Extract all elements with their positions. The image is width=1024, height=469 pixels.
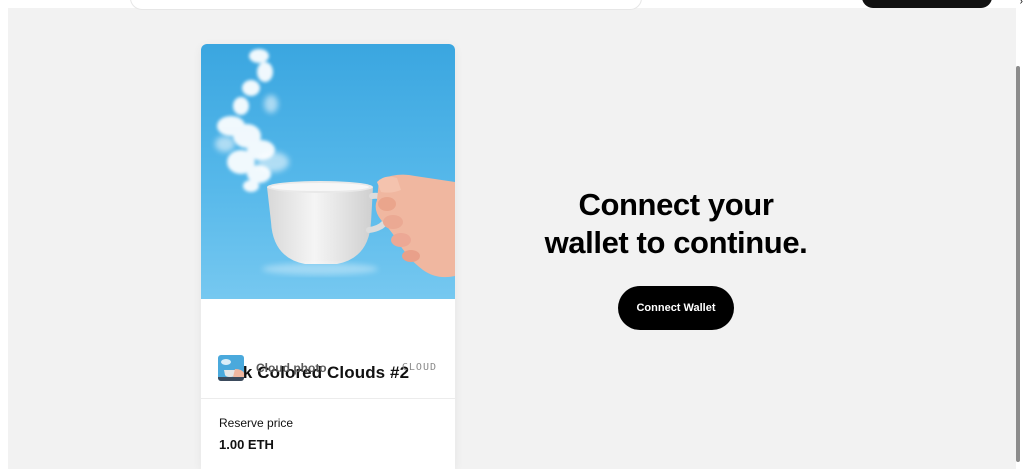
page: › Milk Colored Clouds #2 Cloud photo CLO… xyxy=(0,0,1024,469)
artwork-image xyxy=(201,44,455,299)
connect-headline: Connect your wallet to continue. xyxy=(520,186,832,262)
top-search-bar[interactable] xyxy=(130,0,642,10)
top-nav-button[interactable] xyxy=(862,0,992,8)
creator-name[interactable]: Cloud photo xyxy=(256,361,327,375)
reserve-price-label: Reserve price xyxy=(219,416,294,430)
corner-glyph: › xyxy=(1019,0,1023,7)
scrollbar[interactable] xyxy=(1016,66,1020,462)
headline-line-2: wallet to continue. xyxy=(544,225,808,260)
reserve-price-value: 1.00 ETH xyxy=(219,437,274,452)
collection-tag[interactable]: CLOUD xyxy=(402,362,437,373)
connect-wallet-button[interactable]: Connect Wallet xyxy=(618,286,734,330)
card-divider xyxy=(201,398,455,399)
headline-line-1: Connect your xyxy=(578,187,774,222)
main-background xyxy=(8,8,1016,469)
nft-card[interactable]: Milk Colored Clouds #2 Cloud photo CLOUD… xyxy=(201,44,455,469)
cloud-photo-thumbnail-icon xyxy=(218,355,244,381)
creator-avatar[interactable] xyxy=(218,355,244,381)
